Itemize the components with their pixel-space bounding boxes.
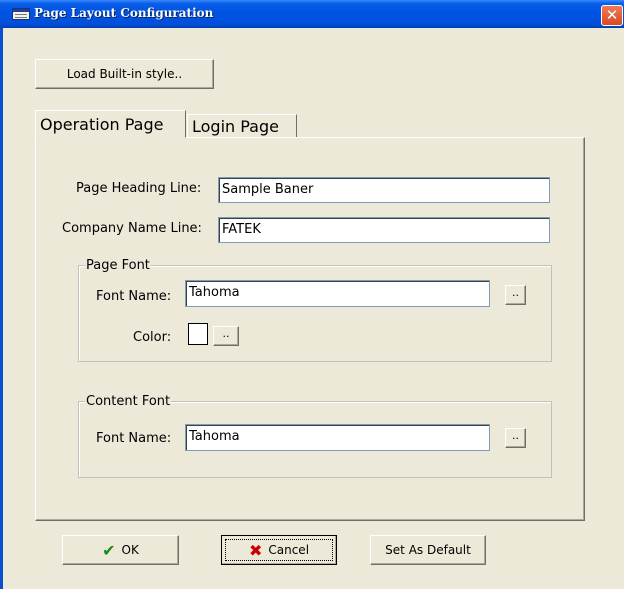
- ok-button-label: OK: [121, 543, 139, 557]
- cancel-button-label: Cancel: [268, 543, 310, 557]
- page-heading-input[interactable]: Sample Baner: [218, 177, 550, 203]
- content-font-name-input[interactable]: Tahoma: [185, 424, 490, 451]
- content-font-legend: Content Font: [85, 394, 172, 409]
- page-font-color-label: Color:: [133, 330, 172, 345]
- window-frame: [0, 28, 3, 589]
- page-font-color-swatch: [188, 323, 208, 345]
- page-font-browse-label: ..: [512, 286, 519, 299]
- page-heading-label: Page Heading Line:: [76, 181, 202, 196]
- cancel-button[interactable]: ✖ Cancel: [221, 535, 337, 565]
- load-builtin-style-label: Load Built-in style..: [66, 67, 183, 81]
- set-as-default-label: Set As Default: [385, 543, 471, 557]
- company-name-label: Company Name Line:: [62, 221, 202, 236]
- close-icon: ✕: [605, 6, 619, 24]
- page-font-legend: Page Font: [85, 258, 151, 273]
- content-font-browse-label: ..: [512, 429, 519, 442]
- tab-login-page[interactable]: Login Page: [187, 114, 297, 138]
- title-bar: Page Layout Configuration ✕: [0, 0, 624, 28]
- content-font-browse-button[interactable]: ..: [505, 428, 526, 448]
- tab-operation-page-label: Operation Page: [40, 114, 164, 134]
- x-icon: ✖: [248, 540, 263, 560]
- set-as-default-button[interactable]: Set As Default: [370, 535, 486, 565]
- page-font-color-browse-button[interactable]: ..: [213, 326, 239, 346]
- tab-operation-page[interactable]: Operation Page: [35, 110, 186, 138]
- load-builtin-style-button[interactable]: Load Built-in style..: [35, 59, 214, 89]
- tab-login-page-label: Login Page: [192, 116, 279, 136]
- page-font-name-label: Font Name:: [96, 289, 172, 304]
- window-title: Page Layout Configuration: [34, 6, 214, 20]
- content-font-name-label: Font Name:: [96, 431, 172, 446]
- close-button[interactable]: ✕: [601, 5, 623, 26]
- check-icon: ✔: [102, 540, 116, 560]
- page-font-name-input[interactable]: Tahoma: [185, 280, 490, 307]
- page-font-browse-button[interactable]: ..: [505, 285, 526, 305]
- window-icon: [12, 8, 30, 20]
- page-font-color-browse-label: ..: [222, 327, 230, 340]
- ok-button[interactable]: ✔ OK: [62, 535, 179, 565]
- company-name-input[interactable]: FATEK: [218, 217, 550, 243]
